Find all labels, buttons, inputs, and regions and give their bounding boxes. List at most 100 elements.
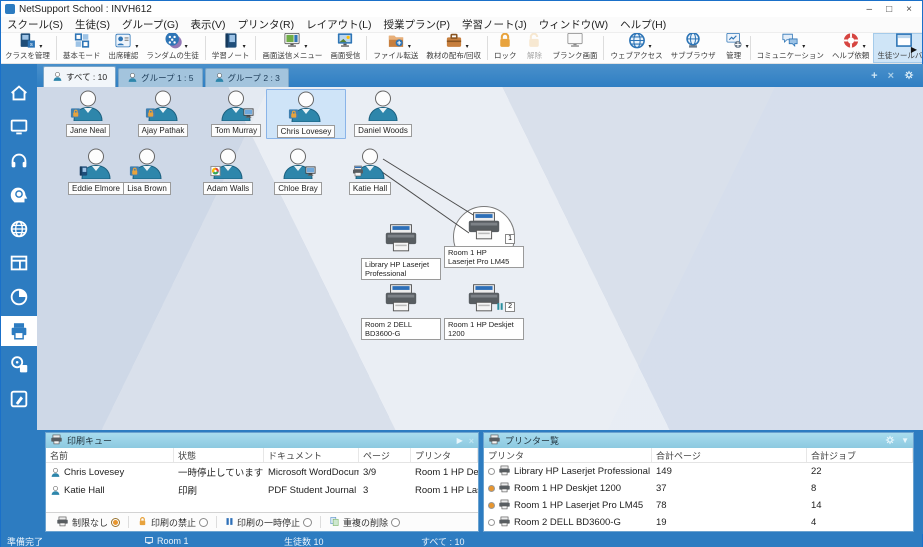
sidebar-item-print[interactable]: [1, 316, 37, 346]
student-jane-neal[interactable]: Jane Neal: [48, 89, 128, 137]
sidebar-item-audio[interactable]: [1, 146, 37, 176]
queue-column-header-1[interactable]: 状態: [174, 448, 264, 462]
printer-list-row[interactable]: Library HP Laserjet Professional14922: [484, 463, 913, 480]
menu-item-8[interactable]: ウィンドウ(W): [533, 17, 614, 32]
queue-column-header-4[interactable]: プリンタ: [411, 448, 478, 462]
toolbar-button-communicate[interactable]: ▾コミュニケーション: [753, 33, 828, 63]
sidebar-item-planning[interactable]: [1, 180, 37, 210]
menu-item-4[interactable]: プリンタ(R): [232, 17, 301, 32]
queue-control-duplicates[interactable]: 重複の削除: [325, 516, 404, 529]
print-queue-header: 印刷キュー ▶ ×: [46, 433, 478, 448]
menu-item-5[interactable]: レイアウト(L): [300, 17, 377, 32]
sidebar-item-monitor[interactable]: [1, 112, 37, 142]
plist-column-header-1[interactable]: 合計ページ: [652, 448, 807, 462]
monitor-badge-icon: [305, 164, 316, 182]
close-button[interactable]: ×: [906, 4, 912, 15]
sidebar-item-resources[interactable]: [1, 350, 37, 380]
panel-close-icon[interactable]: ×: [469, 436, 474, 446]
printer-room-2-dell-bd3600-g[interactable]: Room 2 DELLBD3600-G: [353, 283, 449, 340]
student-lisa-brown[interactable]: Lisa Brown: [107, 147, 187, 195]
add-tab-icon[interactable]: +: [871, 71, 877, 82]
print-queue-panel: 印刷キュー ▶ × 名前状態ドキュメントページプリンタ Chris Lovese…: [45, 432, 479, 532]
queue-column-header-2[interactable]: ドキュメント: [264, 448, 359, 462]
minimize-button[interactable]: –: [867, 4, 873, 15]
toolbar-separator: [366, 36, 367, 60]
toolbar-button-screen-receive[interactable]: 画面受信: [326, 33, 364, 63]
printer-list-row[interactable]: Room 1 HP Deskjet 1200378: [484, 480, 913, 497]
toolbar-button-web-access[interactable]: ▾ウェブアクセス: [606, 33, 666, 63]
plist-column-header-2[interactable]: 合計ジョブ: [807, 448, 913, 462]
group-tab-0[interactable]: すべて : 10: [43, 66, 116, 87]
sidebar-item-layout[interactable]: [1, 248, 37, 278]
browser-badge-icon: [210, 164, 221, 182]
radio-indicator[interactable]: [199, 518, 208, 527]
queue-column-header-0[interactable]: 名前: [46, 448, 174, 462]
panel-gear-icon[interactable]: [885, 435, 895, 447]
toolbar-button-blank-screen[interactable]: ブランク画面: [548, 33, 601, 63]
menu-item-2[interactable]: グループ(G): [116, 17, 185, 32]
toolbar-button-distribute[interactable]: ▾教材の配布/回収: [422, 33, 485, 63]
toolbar-button-random-student[interactable]: ▾ランダムの生徒: [142, 33, 203, 63]
radio-indicator[interactable]: [111, 518, 120, 527]
tab-settings-gear-icon[interactable]: [904, 70, 914, 83]
toolbar-button-lock[interactable]: ロック: [490, 33, 521, 63]
blank-screen-icon: [565, 33, 585, 50]
menu-item-3[interactable]: 表示(V): [185, 17, 232, 32]
printer-room-1-hp-laserjet-pro-lm45[interactable]: 1Room 1 HPLaserjet Pro LM45: [436, 211, 532, 268]
menu-item-9[interactable]: ヘルプ(H): [614, 17, 672, 32]
menu-item-7[interactable]: 学習ノート(J): [456, 17, 533, 32]
toolbar-button-class-manage[interactable]: s▾クラスを管理: [1, 33, 54, 63]
student-ajay-pathak[interactable]: Ajay Pathak: [123, 89, 203, 137]
close-tab-icon[interactable]: ×: [888, 71, 894, 82]
sidebar-item-home[interactable]: [1, 78, 37, 108]
panel-collapse-chevron-icon[interactable]: ▼: [901, 436, 909, 445]
student-tom-murray[interactable]: Tom Murray: [196, 89, 276, 137]
sidebar-item-surveys[interactable]: [1, 282, 37, 312]
toolbar-button-file-transfer[interactable]: ▾ファイル転送: [369, 33, 422, 63]
sidebar-item-web[interactable]: [1, 214, 37, 244]
radio-indicator[interactable]: [391, 518, 400, 527]
status-student-count: 生徒数 10: [284, 535, 324, 547]
status-ready: 準備完了: [7, 535, 43, 547]
queue-column-header-3[interactable]: ページ: [359, 448, 411, 462]
maximize-button[interactable]: □: [886, 4, 892, 15]
radio-indicator[interactable]: [303, 518, 312, 527]
printer-library-hp-laserjet-professional[interactable]: Library HP LaserjetProfessional: [353, 223, 449, 280]
toolbar-button-help-request[interactable]: ▾ヘルプ依頼: [828, 33, 874, 63]
journal-badge-icon: [78, 164, 89, 182]
student-icon: [216, 89, 256, 126]
group-tab-1[interactable]: グループ 1 : 5: [118, 68, 202, 87]
queue-control-printer[interactable]: 制限なし: [52, 516, 124, 529]
group-tab-2[interactable]: グループ 2 : 3: [205, 68, 289, 87]
toolbar-button-journal[interactable]: ▾学習ノート: [208, 33, 254, 63]
plist-column-header-0[interactable]: プリンタ: [484, 448, 652, 462]
print-queue-row[interactable]: Chris Lovesey一時停止していますMicrosoft WordDocu…: [46, 463, 478, 481]
app-icon: [5, 4, 15, 14]
toolbar-button-show-menu[interactable]: ▾画面送信メニュー: [258, 33, 326, 63]
student-daniel-woods[interactable]: Daniel Woods: [343, 89, 423, 137]
queue-control-lock[interactable]: 印刷の禁止: [133, 516, 212, 529]
menu-item-6[interactable]: 授業プラン(P): [377, 17, 456, 32]
panel-play-icon[interactable]: ▶: [457, 436, 463, 445]
toolbar-button-attendance[interactable]: ▾出席確認: [104, 33, 142, 63]
printer-list-row[interactable]: Room 1 HP Laserjet Pro LM457814: [484, 497, 913, 514]
queue-control-pause[interactable]: 印刷の一時停止: [221, 516, 316, 529]
lock-badge-icon: [145, 106, 156, 124]
show-menu-icon: ▾: [282, 33, 302, 50]
toolbar-button-unlock[interactable]: 解除: [520, 33, 548, 63]
printer-icon: 2: [465, 283, 503, 318]
sidebar-item-journal-pen[interactable]: [1, 384, 37, 414]
student-chris-lovesey[interactable]: Chris Lovesey: [266, 89, 346, 139]
student-chloe-bray[interactable]: Chloe Bray: [258, 147, 338, 195]
printer-room-1-hp-deskjet-1200[interactable]: 2Room 1 HP Deskjet1200: [436, 283, 532, 340]
printer-list-row[interactable]: Room 2 DELL BD3600-G194: [484, 514, 913, 531]
toolbar-button-co-browser[interactable]: サブブラウザ: [667, 33, 720, 63]
toolbar-overflow-arrow-icon[interactable]: ▶: [908, 45, 920, 54]
student-katie-hall[interactable]: Katie Hall: [330, 147, 410, 195]
print-queue-row[interactable]: Katie Hall印刷PDF Student Journal KH3Room …: [46, 481, 478, 499]
menu-item-1[interactable]: 生徒(S): [69, 17, 116, 32]
menu-item-0[interactable]: スクール(S): [1, 17, 69, 32]
toolbar-button-basic-mode[interactable]: 基本モード: [59, 33, 105, 63]
toolbar-button-admin[interactable]: ▾管理: [720, 33, 748, 63]
student-adam-walls[interactable]: Adam Walls: [188, 147, 268, 195]
